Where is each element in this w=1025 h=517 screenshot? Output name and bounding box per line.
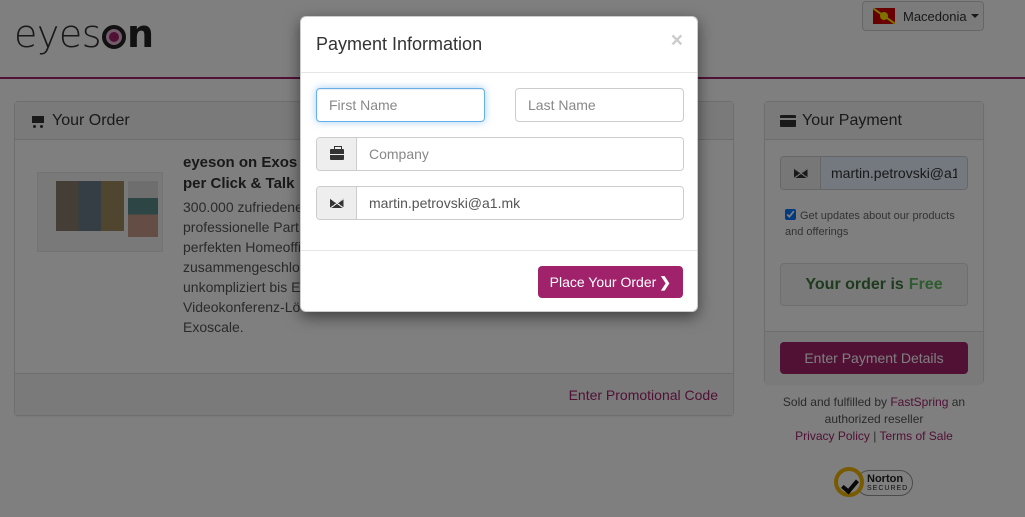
modal-header: Payment Information × [301,17,697,73]
company-input-group [316,137,684,171]
modal-title: Payment Information [316,34,483,54]
company-addon [317,138,357,170]
email-addon [317,187,357,219]
email-input[interactable] [357,187,683,219]
place-order-button[interactable]: Place Your Order ❯ [537,266,683,298]
modal-footer: Place Your Order ❯ [301,250,697,312]
email-input-group [316,186,684,220]
payment-information-modal: Payment Information × Place Your Order ❯ [300,16,698,312]
first-name-input[interactable] [316,88,485,122]
company-input[interactable] [357,138,683,170]
last-name-input[interactable] [515,88,684,122]
chevron-right-icon: ❯ [659,273,671,290]
envelope-icon [329,198,344,208]
close-icon[interactable]: × [671,29,683,53]
place-order-label: Place Your Order [549,274,657,290]
briefcase-icon [329,145,344,160]
